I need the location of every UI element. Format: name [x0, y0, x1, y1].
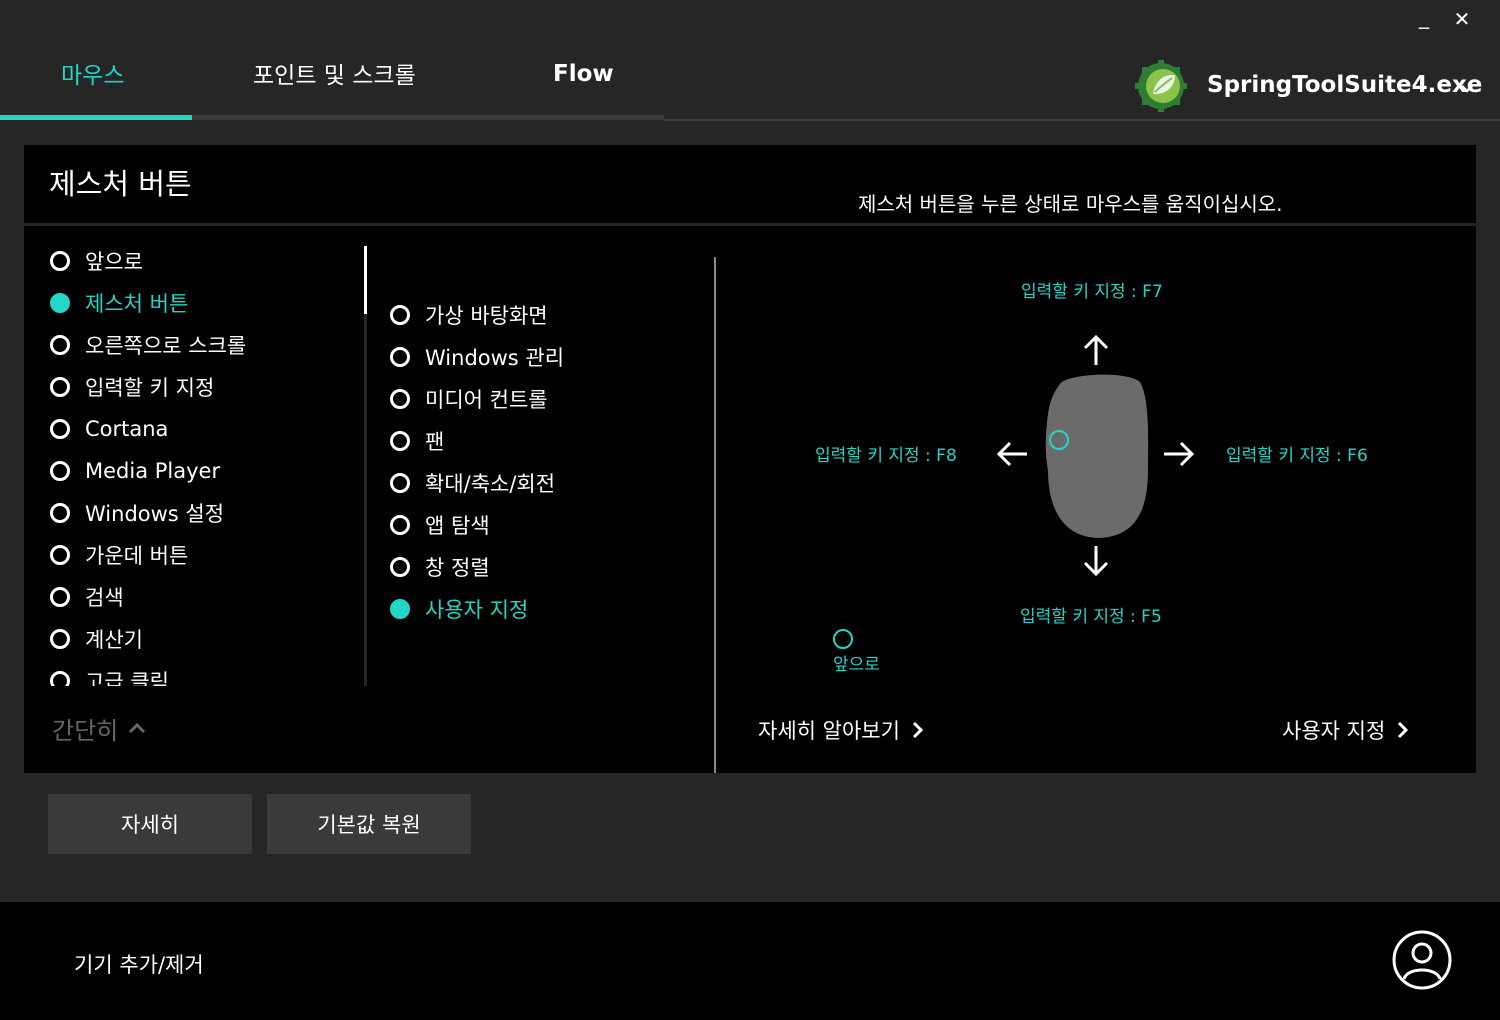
arrow-left-icon: [996, 441, 1027, 467]
forward-button-label[interactable]: 앞으로: [833, 650, 880, 675]
radio-icon: [50, 419, 70, 439]
list-item[interactable]: 확대/축소/회전: [390, 468, 555, 498]
radio-icon: [50, 587, 70, 607]
list-item[interactable]: 입력할 키 지정: [50, 372, 214, 402]
tab-active-indicator: [0, 115, 192, 120]
radio-icon: [50, 377, 70, 397]
close-button[interactable]: ✕: [1449, 6, 1475, 32]
collapse-toggle[interactable]: 간단히: [52, 711, 148, 746]
list-item[interactable]: Windows 설정: [50, 498, 224, 528]
gesture-up-label[interactable]: 입력할 키 지정 : F7: [1021, 277, 1163, 302]
panel-hint: 제스처 버튼을 누른 상태로 마우스를 움직이십시오.: [858, 192, 1283, 216]
learn-more-link[interactable]: 자세히 알아보기: [758, 715, 926, 745]
list-item[interactable]: Media Player: [50, 456, 220, 486]
panel-title: 제스처 버튼: [49, 167, 192, 201]
list-item[interactable]: 미디어 컨트롤: [390, 384, 548, 414]
gesture-button-marker[interactable]: [1049, 430, 1069, 450]
radio-icon: [50, 335, 70, 355]
list-item[interactable]: 사용자 지정: [390, 594, 528, 624]
list-item[interactable]: 제스처 버튼: [50, 288, 188, 318]
radio-icon: [50, 671, 70, 686]
account-icon[interactable]: [1391, 929, 1453, 991]
mouse-illustration: [1045, 374, 1149, 538]
header-divider: [664, 119, 1500, 121]
list-item[interactable]: 앞으로: [50, 246, 143, 276]
radio-icon: [390, 347, 410, 367]
radio-icon: [50, 545, 70, 565]
radio-icon: [390, 305, 410, 325]
app-selector-label[interactable]: SpringToolSuite4.exe: [1207, 72, 1482, 98]
list-item[interactable]: 검색: [50, 582, 124, 612]
footer-bar: 기기 추가/제거: [0, 902, 1500, 1020]
list-item[interactable]: 앱 탐색: [390, 510, 490, 540]
radio-icon: [50, 251, 70, 271]
restore-defaults-button[interactable]: 기본값 복원: [267, 794, 471, 854]
radio-icon: [50, 293, 70, 313]
list-item[interactable]: Cortana: [50, 414, 168, 444]
chevron-right-icon: [912, 721, 924, 739]
list-item[interactable]: 창 정렬: [390, 552, 490, 582]
add-remove-device-link[interactable]: 기기 추가/제거: [74, 949, 204, 979]
radio-icon: [390, 557, 410, 577]
radio-icon: [390, 599, 410, 619]
arrow-right-icon: [1164, 441, 1195, 467]
more-button[interactable]: 자세히: [48, 794, 252, 854]
customize-link[interactable]: 사용자 지정: [1282, 715, 1411, 745]
chevron-up-icon: [129, 722, 146, 733]
list-item[interactable]: 가상 바탕화면: [390, 300, 548, 330]
radio-icon: [390, 389, 410, 409]
tab-mouse[interactable]: 마우스: [61, 56, 124, 90]
list-item[interactable]: Windows 관리: [390, 342, 564, 372]
arrow-down-icon: [1083, 546, 1109, 577]
chevron-down-icon[interactable]: [1458, 80, 1476, 98]
list-item[interactable]: 팬: [390, 426, 444, 456]
gesture-right-label[interactable]: 입력할 키 지정 : F6: [1226, 441, 1368, 466]
list-item[interactable]: 오른쪽으로 스크롤: [50, 330, 246, 360]
arrow-up-icon: [1083, 334, 1109, 365]
panel-divider: [714, 257, 716, 773]
tab-point-scroll[interactable]: 포인트 및 스크롤: [253, 56, 416, 90]
list-item[interactable]: 계산기: [50, 624, 143, 654]
list-item[interactable]: 가운데 버튼: [50, 540, 188, 570]
panel-header-divider: [24, 223, 1476, 226]
radio-icon: [50, 629, 70, 649]
list-scrollbar[interactable]: [364, 246, 367, 314]
tab-flow[interactable]: Flow: [553, 61, 614, 87]
gesture-down-label[interactable]: 입력할 키 지정 : F5: [1020, 602, 1162, 627]
spring-leaf-icon[interactable]: [1135, 60, 1187, 112]
button-list[interactable]: 앞으로 제스처 버튼 오른쪽으로 스크롤 입력할 키 지정 Cortana Me…: [24, 240, 364, 686]
gesture-left-label[interactable]: 입력할 키 지정 : F8: [815, 441, 957, 466]
chevron-right-icon: [1398, 721, 1409, 739]
forward-button-marker[interactable]: [833, 629, 853, 649]
minimize-button[interactable]: _: [1411, 4, 1437, 30]
radio-icon: [50, 461, 70, 481]
radio-icon: [390, 473, 410, 493]
gesture-button-panel: 제스처 버튼 제스처 버튼을 누른 상태로 마우스를 움직이십시오. 앞으로 제…: [24, 145, 1476, 773]
radio-icon: [390, 515, 410, 535]
radio-icon: [50, 503, 70, 523]
radio-icon: [390, 431, 410, 451]
list-item[interactable]: 고급 클릭: [50, 666, 169, 686]
